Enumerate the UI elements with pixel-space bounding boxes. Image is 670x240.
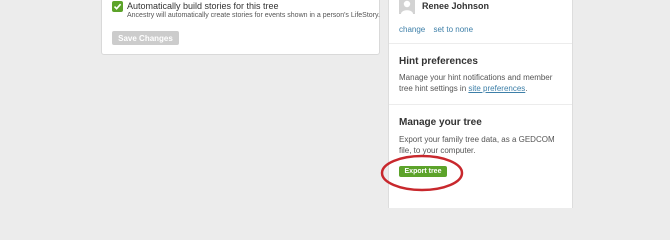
story-settings-card: Automatically build stories for this tre… bbox=[101, 0, 380, 55]
auto-build-stories-help: Ancestry will automatically create stori… bbox=[127, 12, 380, 19]
checkmark-icon bbox=[113, 3, 122, 10]
home-person-links: change set to none bbox=[399, 25, 479, 34]
set-to-none-link[interactable]: set to none bbox=[433, 25, 473, 34]
person-silhouette-icon bbox=[401, 0, 413, 14]
auto-build-stories-checkbox[interactable] bbox=[112, 1, 123, 12]
person-name: Renee Johnson bbox=[422, 1, 490, 11]
hint-text-after: . bbox=[525, 84, 528, 93]
manage-tree-title: Manage your tree bbox=[399, 117, 482, 128]
avatar bbox=[399, 0, 415, 14]
divider bbox=[389, 43, 572, 44]
save-changes-button[interactable]: Save Changes bbox=[112, 31, 179, 45]
divider bbox=[389, 104, 572, 105]
home-person: Renee Johnson bbox=[399, 0, 489, 14]
site-preferences-link[interactable]: site preferences bbox=[468, 84, 525, 93]
change-link[interactable]: change bbox=[399, 25, 425, 34]
hint-preferences-title: Hint preferences bbox=[399, 56, 478, 67]
highlight-circle bbox=[380, 154, 464, 192]
hint-preferences-text: Manage your hint notifications and membe… bbox=[399, 72, 559, 94]
